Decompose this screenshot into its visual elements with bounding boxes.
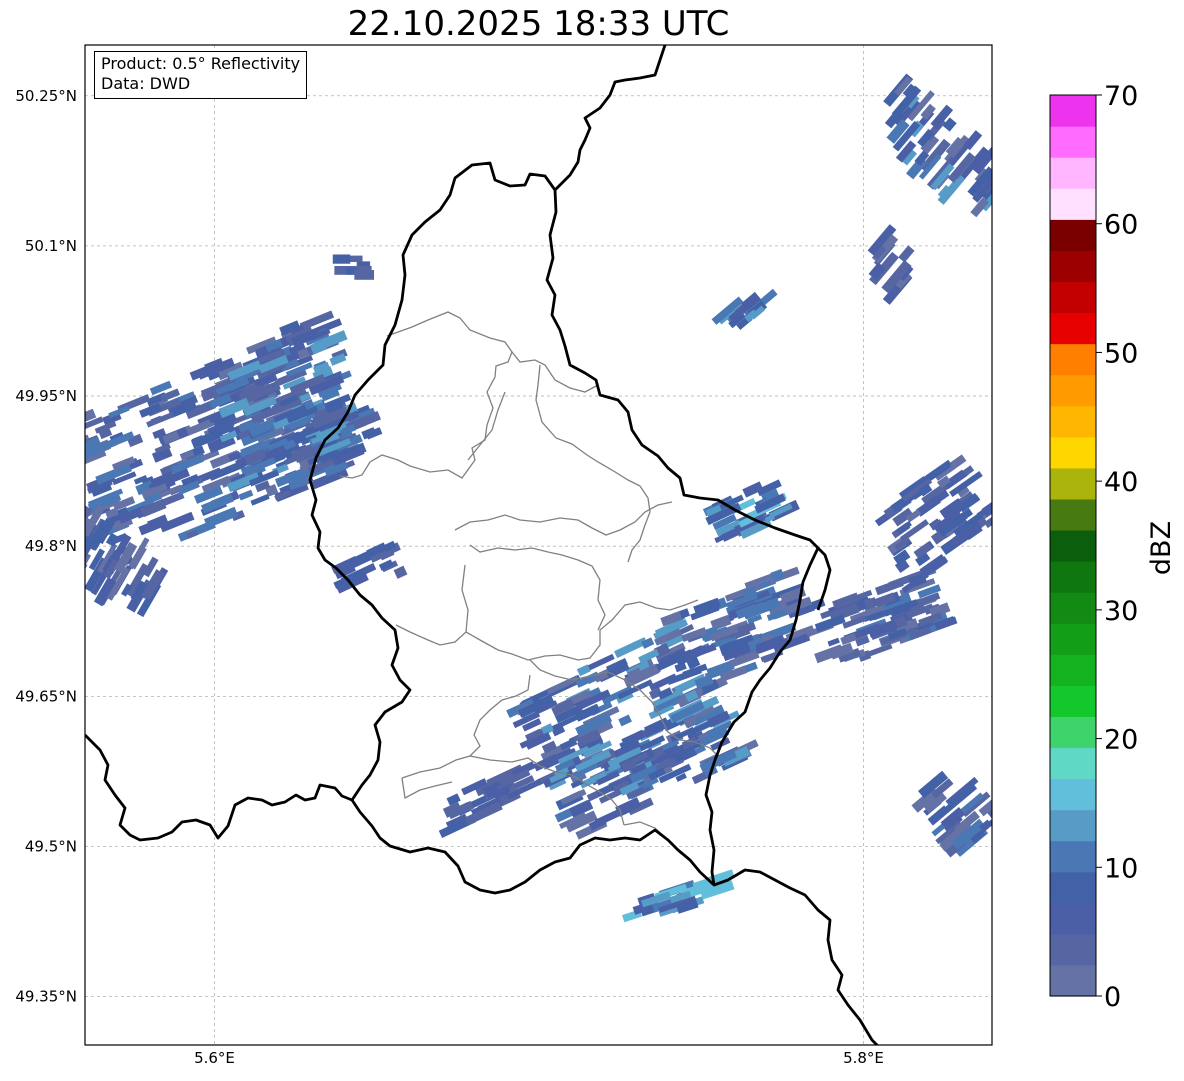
colorbar-label: dBZ (1146, 521, 1177, 575)
echo-cell (1019, 211, 1040, 234)
y-tick-label: 49.5°N (25, 838, 77, 856)
colorbar-segment (1050, 747, 1096, 780)
echo-cell (1028, 171, 1049, 194)
colorbar-tick-label: 10 (1104, 853, 1138, 884)
colorbar-segment (1050, 933, 1096, 966)
colorbar-segment (1050, 592, 1096, 624)
echo-cell (68, 516, 84, 535)
colorbar-tick-label: 70 (1104, 81, 1138, 112)
colorbar-segment (1050, 126, 1096, 158)
echo-cell (1010, 171, 1036, 200)
colorbar-tick-label: 40 (1104, 467, 1138, 498)
y-axis-ticks: 50.25°N 50.1°N 49.95°N 49.8°N 49.65°N 49.5°N 4… (15, 87, 77, 1006)
colorbar-ticks: 0 10 20 30 40 50 60 70 (1096, 81, 1138, 1013)
echo-cell (71, 428, 85, 438)
colorbar-segment (1050, 405, 1096, 438)
echo-cell (57, 557, 74, 578)
product-info-box: Product: 0.5° Reflectivity Data: DWD (94, 51, 308, 99)
echo-cell (57, 418, 79, 431)
colorbar-segment (1050, 467, 1096, 500)
colorbar-segment (1050, 250, 1096, 283)
echo-cell (332, 254, 351, 264)
colorbar-segment (1050, 809, 1096, 842)
colorbar-segment (1050, 529, 1096, 562)
echo-cell (991, 208, 992, 234)
colorbar-segment (1050, 343, 1096, 376)
colorbar-segment (1050, 964, 1096, 997)
colorbar-tick-label: 60 (1104, 210, 1138, 241)
colorbar-segment (1050, 281, 1096, 314)
colorbar-segment (1050, 498, 1096, 531)
y-tick-label: 50.1°N (25, 237, 77, 255)
y-tick-label: 49.95°N (15, 387, 77, 405)
colorbar-segment (1050, 188, 1096, 220)
echo-cell (1027, 190, 1039, 203)
x-tick-label: 5.8°E (843, 1049, 884, 1067)
colorbar-segment (1050, 654, 1096, 686)
radar-map: WiltzEttelbruckFindelEsch/Alzette 5.6°E5… (15, 44, 1177, 1067)
colorbar-segment (1050, 840, 1096, 873)
colorbar (1049, 94, 1097, 997)
colorbar-segment (1050, 95, 1096, 127)
colorbar-segment (1050, 561, 1096, 593)
echo-cell (1036, 189, 1051, 204)
echo-cell (1001, 188, 1017, 205)
colorbar-tick-label: 50 (1104, 338, 1138, 369)
colorbar-segment (1050, 871, 1096, 904)
x-axis-ticks: 5.6°E5.8°E6°E6.2°E6.4°E6.6°E (194, 1049, 884, 1067)
y-tick-label: 49.65°N (15, 687, 77, 705)
x-tick-label: 5.6°E (194, 1049, 235, 1067)
y-tick-label: 49.8°N (25, 537, 77, 555)
colorbar-segment (1050, 157, 1096, 189)
echo-cell (354, 270, 375, 280)
colorbar-segment (1050, 219, 1096, 251)
y-tick-label: 49.35°N (15, 988, 77, 1006)
echo-cell (1013, 189, 1036, 214)
colorbar-segment (1050, 436, 1096, 469)
echo-cell (1020, 187, 1041, 210)
echo-cell (1000, 175, 1015, 190)
colorbar-segment (1050, 716, 1096, 749)
colorbar-segment (1050, 623, 1096, 655)
colorbar-tick-label: 30 (1104, 596, 1138, 627)
colorbar-tick-label: 0 (1104, 982, 1121, 1013)
colorbar-segment (1050, 778, 1096, 811)
colorbar-segment (1050, 312, 1096, 345)
data-source-label: Data: DWD (101, 74, 191, 93)
product-label: Product: 0.5° Reflectivity (101, 54, 301, 73)
y-tick-label: 50.25°N (15, 87, 77, 105)
colorbar-segment (1050, 374, 1096, 407)
echo-cell (1002, 198, 1016, 212)
echo-cell (998, 210, 1016, 230)
colorbar-segment (1050, 685, 1096, 717)
colorbar-segment (1050, 902, 1096, 935)
map-background (85, 45, 992, 1045)
colorbar-tick-label: 20 (1104, 725, 1138, 756)
echo-cell (1017, 206, 1043, 234)
